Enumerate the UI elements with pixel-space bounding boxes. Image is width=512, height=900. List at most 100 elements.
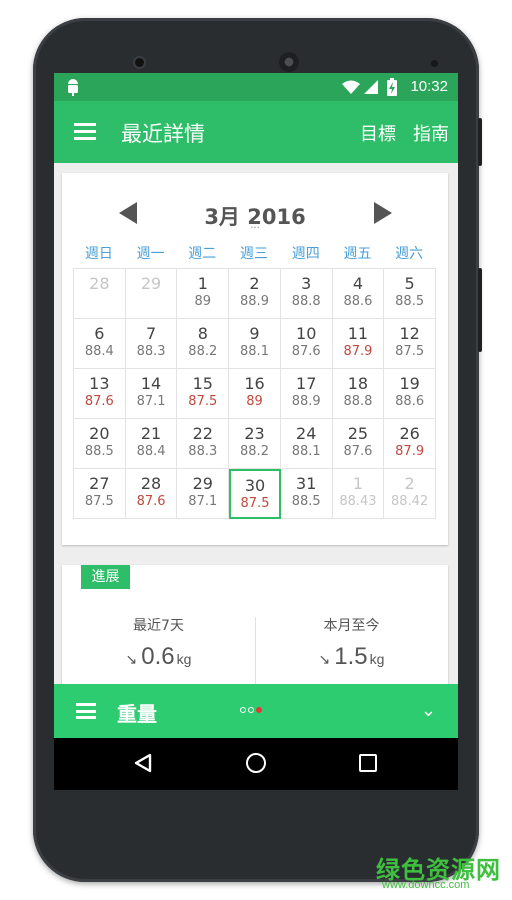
weekday-label: 週一 xyxy=(136,246,165,262)
calendar-day[interactable]: 31 88.5 xyxy=(280,469,333,519)
day-weight: 88.8 xyxy=(343,394,373,409)
calendar-day[interactable]: 29 xyxy=(125,269,178,319)
day-weight: 88.6 xyxy=(395,394,425,409)
calendar-day[interactable]: 1 89 xyxy=(177,269,230,319)
calendar-day[interactable]: 13 87.6 xyxy=(74,369,126,419)
menu-icon[interactable] xyxy=(74,123,96,140)
day-number: 28 xyxy=(140,474,162,493)
calendar-day[interactable]: 22 88.3 xyxy=(177,419,230,469)
day-weight: 87.5 xyxy=(84,494,114,509)
day-number: 21 xyxy=(140,424,162,443)
earpiece-speaker xyxy=(279,52,299,72)
list-icon[interactable] xyxy=(76,703,96,719)
calendar-day[interactable]: 18 88.8 xyxy=(332,369,385,419)
calendar-day[interactable]: 27 87.5 xyxy=(74,469,126,519)
guide-button[interactable]: 指南 xyxy=(413,120,449,146)
day-weight: 88.9 xyxy=(291,394,321,409)
day-weight: 87.5 xyxy=(240,496,270,511)
back-icon[interactable] xyxy=(134,753,152,773)
calendar-day[interactable]: 28 xyxy=(74,269,126,319)
wifi-icon xyxy=(342,80,360,94)
system-nav-bar xyxy=(54,738,458,790)
day-number: 16 xyxy=(244,374,265,393)
month-dots-icon: ··· xyxy=(250,223,260,234)
day-number: 23 xyxy=(244,424,265,443)
day-weight: 87.6 xyxy=(291,344,321,359)
calendar-day[interactable]: 4 88.6 xyxy=(332,269,385,319)
calendar-day[interactable]: 7 88.3 xyxy=(125,319,178,369)
day-number: 2 xyxy=(404,474,415,493)
page-indicator xyxy=(240,707,262,713)
calendar-day[interactable]: 20 88.5 xyxy=(74,419,126,469)
calendar-day[interactable]: 2 88.9 xyxy=(229,269,281,319)
day-weight: 88.6 xyxy=(343,294,373,309)
trend-down-icon: ↘ xyxy=(125,651,138,667)
day-number: 1 xyxy=(197,274,208,293)
day-number: 24 xyxy=(296,424,317,443)
calendar-day[interactable]: 1 88.43 xyxy=(332,469,385,519)
calendar-day[interactable]: 3 88.8 xyxy=(280,269,333,319)
page-title: 最近詳情 xyxy=(121,122,205,146)
day-weight: 87.9 xyxy=(395,444,425,459)
calendar-day[interactable]: 21 88.4 xyxy=(125,419,178,469)
calendar-day[interactable]: 12 87.5 xyxy=(384,319,436,369)
calendar-day[interactable]: 19 88.6 xyxy=(384,369,436,419)
calendar-day[interactable]: 9 88.1 xyxy=(229,319,281,369)
day-weight: 88.1 xyxy=(240,344,269,359)
next-month-arrow-icon[interactable] xyxy=(374,202,392,224)
day-number: 10 xyxy=(296,324,317,343)
proximity-sensor xyxy=(431,60,438,67)
calendar-day[interactable]: 8 88.2 xyxy=(177,319,230,369)
front-camera xyxy=(135,58,144,67)
bottom-bar[interactable]: 重量 ⌄ xyxy=(54,684,458,738)
day-number: 1 xyxy=(352,474,364,493)
day-weight: 88.8 xyxy=(291,294,321,309)
day-number: 17 xyxy=(296,374,317,393)
calendar-day[interactable]: 15 87.5 xyxy=(177,369,230,419)
day-weight: 87.6 xyxy=(84,394,114,409)
chevron-down-icon[interactable]: ⌄ xyxy=(421,700,436,721)
android-icon xyxy=(68,79,78,96)
day-number: 19 xyxy=(399,374,420,393)
calendar-day[interactable]: 16 89 xyxy=(229,369,281,419)
day-number: 30 xyxy=(244,476,266,495)
calendar-day[interactable]: 24 88.1 xyxy=(280,419,333,469)
day-number: 12 xyxy=(399,324,420,343)
recent-apps-icon[interactable] xyxy=(359,754,377,772)
calendar-day[interactable]: 29 87.1 xyxy=(177,469,230,519)
app-bar: 最近詳情 目標 指南 xyxy=(54,101,458,163)
day-number: 29 xyxy=(192,474,213,493)
volume-button xyxy=(478,118,482,166)
stat-unit: kg xyxy=(176,651,192,667)
calendar-day[interactable]: 26 87.9 xyxy=(384,419,436,469)
calendar-day[interactable]: 5 88.5 xyxy=(384,269,436,319)
stat-value: 1.5 xyxy=(334,643,368,670)
day-weight: 89 xyxy=(194,294,212,309)
day-weight: 88.5 xyxy=(291,494,321,509)
calendar-day[interactable]: 17 88.9 xyxy=(280,369,333,419)
page-dot xyxy=(248,707,254,713)
calendar-day[interactable]: 25 87.6 xyxy=(332,419,385,469)
day-number: 11 xyxy=(347,324,369,343)
clock: 10:32 xyxy=(410,78,448,95)
calendar-day[interactable]: 23 88.2 xyxy=(229,419,281,469)
power-button xyxy=(478,268,482,352)
day-weight: 88.2 xyxy=(240,444,269,459)
day-weight: 88.42 xyxy=(391,494,429,509)
day-number: 2 xyxy=(249,274,260,293)
calendar-day[interactable]: 6 88.4 xyxy=(74,319,126,369)
calendar-day[interactable]: 10 87.6 xyxy=(280,319,333,369)
stat-label: 本月至今 xyxy=(323,618,380,634)
home-icon[interactable] xyxy=(246,753,266,773)
day-number: 7 xyxy=(145,324,157,343)
day-weight: 88.3 xyxy=(136,344,166,359)
calendar-day[interactable]: 11 87.9 xyxy=(332,319,385,369)
calendar-day-today[interactable]: 30 87.5 xyxy=(229,469,281,519)
weekday-header: 週日 週一 週二 週三 週四 週五 週六 xyxy=(73,243,435,263)
weekday-label: 週三 xyxy=(240,246,269,262)
goals-button[interactable]: 目標 xyxy=(360,120,396,146)
calendar-day[interactable]: 28 87.6 xyxy=(125,469,178,519)
stat-value: 0.6 xyxy=(141,643,175,670)
calendar-day[interactable]: 2 88.42 xyxy=(384,469,436,519)
calendar-day[interactable]: 14 87.1 xyxy=(125,369,178,419)
